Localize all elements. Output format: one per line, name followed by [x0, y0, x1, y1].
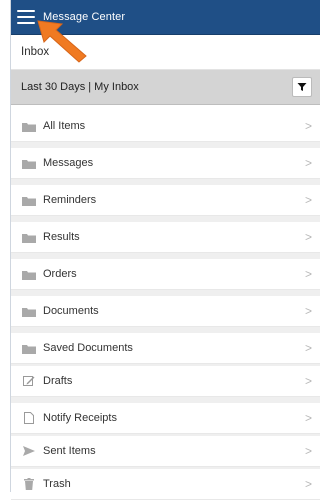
- list-item-label: Sent Items: [43, 445, 96, 457]
- list-item-label: Reminders: [43, 194, 97, 206]
- inbox-label: Inbox: [21, 46, 50, 58]
- chevron-right-icon: >: [304, 341, 312, 355]
- list-item-label: Saved Documents: [43, 342, 133, 354]
- list-item-sent-items[interactable]: Sent Items >: [11, 436, 320, 467]
- folder-icon: [21, 268, 37, 280]
- filter-text: Last 30 Days | My Inbox: [21, 81, 139, 93]
- edit-icon: [21, 375, 37, 387]
- chevron-right-icon: >: [304, 304, 312, 318]
- folder-icon: [21, 305, 37, 317]
- list-item-label: Trash: [43, 478, 71, 490]
- message-center-panel: Message Center Inbox Last 30 Days | My I…: [10, 0, 320, 500]
- folder-icon: [21, 342, 37, 354]
- send-icon: [21, 445, 37, 457]
- chevron-right-icon: >: [304, 411, 312, 425]
- list-item-label: Notify Receipts: [43, 412, 117, 424]
- document-icon: [21, 412, 37, 424]
- inbox-header: Inbox: [11, 35, 320, 70]
- chevron-right-icon: >: [304, 119, 312, 133]
- list-item-label: Results: [43, 231, 80, 243]
- list-item-results[interactable]: Results >: [11, 222, 320, 253]
- folder-icon: [21, 157, 37, 169]
- list-item-orders[interactable]: Orders >: [11, 259, 320, 290]
- chevron-right-icon: >: [304, 267, 312, 281]
- folder-icon: [21, 231, 37, 243]
- list-item-reminders[interactable]: Reminders >: [11, 185, 320, 216]
- chevron-right-icon: >: [304, 374, 312, 388]
- list-item-drafts[interactable]: Drafts >: [11, 366, 320, 397]
- filter-button[interactable]: [292, 77, 312, 97]
- list-item-label: All Items: [43, 120, 86, 132]
- page-title: Message Center: [43, 11, 126, 23]
- list-item-trash[interactable]: Trash >: [11, 469, 320, 500]
- list-item-notify-receipts[interactable]: Notify Receipts >: [11, 403, 320, 434]
- list-item-label: Drafts: [43, 375, 73, 387]
- list-item-label: Orders: [43, 268, 77, 280]
- list-item-saved-documents[interactable]: Saved Documents >: [11, 333, 320, 364]
- chevron-right-icon: >: [304, 193, 312, 207]
- chevron-right-icon: >: [304, 477, 312, 491]
- menu-icon[interactable]: [17, 10, 35, 24]
- filter-bar: Last 30 Days | My Inbox: [11, 70, 320, 105]
- filter-icon: [297, 83, 307, 91]
- trash-icon: [21, 478, 37, 490]
- chevron-right-icon: >: [304, 444, 312, 458]
- chevron-right-icon: >: [304, 156, 312, 170]
- list-item-documents[interactable]: Documents >: [11, 296, 320, 327]
- folder-icon: [21, 194, 37, 206]
- folder-icon: [21, 120, 37, 132]
- folder-list: All Items > Messages > Reminders > Resul…: [11, 111, 320, 500]
- list-item-all-items[interactable]: All Items >: [11, 111, 320, 142]
- chevron-right-icon: >: [304, 230, 312, 244]
- list-item-label: Documents: [43, 305, 99, 317]
- list-item-label: Messages: [43, 157, 94, 169]
- list-item-messages[interactable]: Messages >: [11, 148, 320, 179]
- top-bar: Message Center: [11, 0, 320, 63]
